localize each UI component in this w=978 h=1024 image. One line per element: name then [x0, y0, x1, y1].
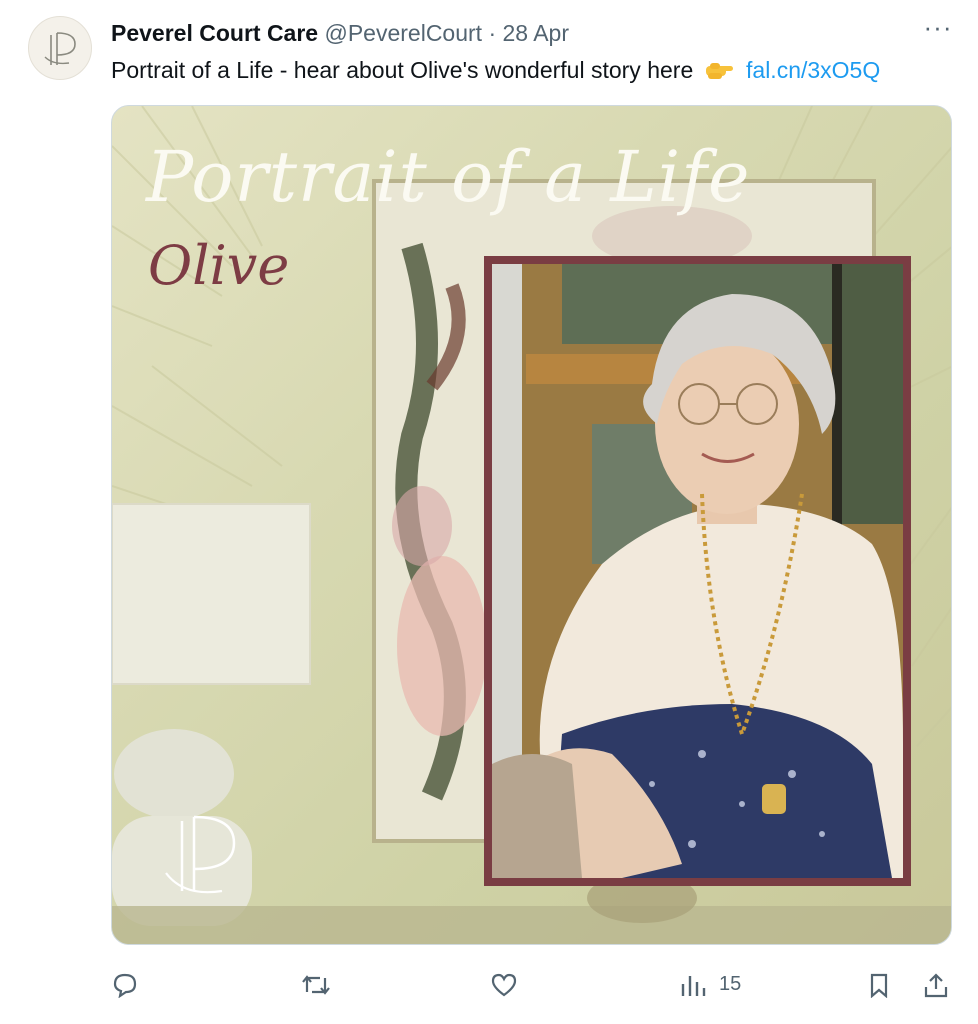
heart-icon [491, 973, 517, 997]
tweet-actions: 15 [0, 960, 978, 1010]
bookmark-icon [870, 973, 888, 998]
portrait-photo [484, 256, 911, 886]
peverel-logo-icon [44, 32, 76, 65]
user-handle[interactable]: @PeverelCourt [324, 20, 482, 46]
tweet-link[interactable]: fal.cn/3xO5Q [746, 57, 880, 83]
display-name[interactable]: Peverel Court Care [111, 20, 318, 46]
bookmark-button[interactable] [866, 960, 896, 1010]
analytics-icon [681, 976, 706, 996]
avatar[interactable] [28, 16, 92, 80]
more-options-button[interactable]: ··· [922, 14, 954, 48]
reply-icon [113, 973, 137, 998]
image-title: Portrait of a Life [146, 136, 751, 218]
image-subtitle: Olive [148, 234, 290, 297]
tweet: Peverel Court Care @PeverelCourt · 28 Ap… [0, 0, 978, 1024]
tweet-body-text: Portrait of a Life - hear about Olive's … [111, 57, 694, 83]
pointing-right-emoji-icon [704, 58, 734, 82]
tweet-image[interactable]: Portrait of a Life Olive [111, 105, 952, 945]
retweet-icon [302, 975, 330, 995]
portrait-illustration [492, 264, 903, 878]
retweet-button[interactable] [300, 960, 340, 1010]
share-icon [924, 973, 948, 998]
tweet-text: Portrait of a Life - hear about Olive's … [111, 55, 880, 85]
share-button[interactable] [922, 960, 952, 1010]
like-button[interactable] [490, 960, 530, 1010]
tweet-header: Peverel Court Care @PeverelCourt · 28 Ap… [111, 18, 569, 48]
reply-button[interactable] [111, 960, 151, 1010]
views-count: 15 [719, 973, 742, 995]
tweet-date[interactable]: 28 Apr [503, 20, 570, 46]
peverel-watermark-logo-icon [165, 815, 236, 894]
views-button[interactable]: 15 [679, 960, 769, 1010]
separator-dot: · [488, 20, 497, 46]
